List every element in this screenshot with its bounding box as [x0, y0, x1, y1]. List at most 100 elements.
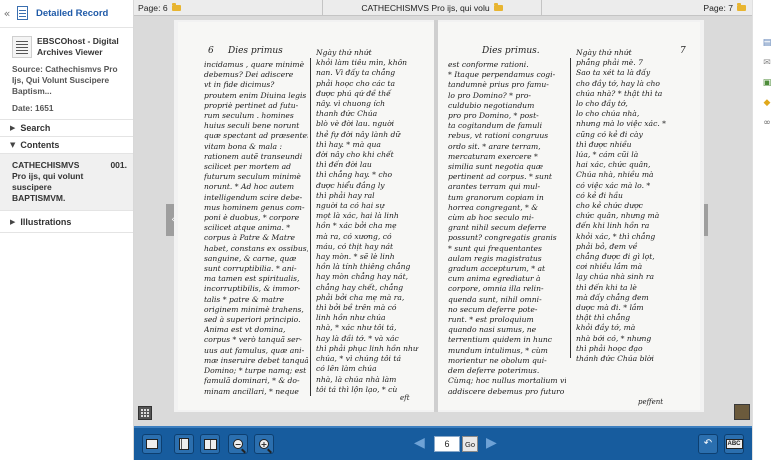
latin-text-line: no secum deferre pote-	[448, 304, 538, 314]
right-latin-column: est conforme rationi. * Itaque perpendamu…	[448, 60, 566, 397]
left-vietnamese-column: Ngày thứ nhứt khỏi làm tiêu mìn, khôn nan.…	[316, 48, 426, 395]
vietnamese-text-line: nây. vì chuong ích	[316, 99, 386, 109]
vietnamese-text-line: thì đến khi ta lè	[576, 282, 637, 292]
vietnamese-text-line: hay mòn chẳng hay nát,	[316, 272, 409, 282]
vietnamese-text-line: hay mòn. * sẽ lè linh	[316, 252, 395, 262]
print-icon: ▤	[762, 37, 772, 48]
digital-archives-viewer: « Detailed Record EBSCOhost - Digital Ar…	[0, 0, 780, 460]
latin-text-line: tandumnè prius pro famu-	[448, 80, 549, 90]
vietnamese-text-line: chẳng hay chết, chẳng	[316, 282, 404, 292]
latin-text-line: pertinent ad corpus. * sunt	[448, 172, 552, 182]
latin-text-line: mæ inseruire debet tanquã	[204, 355, 308, 365]
print-button[interactable]: ▤	[760, 36, 774, 50]
record-details: EBSCOhost - Digital Archives Viewer Sour…	[0, 28, 133, 120]
page-viewer: Page: 6 CATHECHISMVS Pro ijs, qui volu P…	[134, 0, 752, 460]
vietnamese-text-line: có lên làm chúa	[316, 364, 377, 374]
latin-text-line: corpus à Patre & Matre	[204, 233, 295, 243]
latin-text-line: * Itaque perpendamus cogi-	[448, 70, 556, 80]
latin-text-line: rum seculum . homines	[204, 111, 294, 121]
latin-text-line: incidamus , quare minimè	[204, 60, 305, 69]
thumbnail-grid-button[interactable]	[138, 406, 152, 420]
vietnamese-text-line: lúa, * cám cũi là	[576, 150, 639, 160]
latin-text-line: corpus * verò tanquã ser-	[204, 335, 302, 345]
zoom-in-button[interactable]: +	[254, 434, 274, 454]
previous-page-button[interactable]: ◀	[414, 435, 425, 451]
latin-text-line: lo pro Domino? * pro-	[448, 90, 531, 100]
link-icon: ∞	[763, 117, 771, 128]
page-curl-icon[interactable]	[734, 404, 750, 420]
latin-text-line: terrentium quidem in hunc	[448, 335, 552, 345]
cite-icon: ◆	[763, 97, 771, 108]
latin-text-line: norunt. * Ad hoc autem	[204, 182, 295, 192]
vietnamese-text-line: blò vè đời lau. nguời	[316, 119, 395, 129]
next-page-button[interactable]: ▶	[486, 435, 497, 451]
illustrations-section-toggle[interactable]: ▶ Illustrations	[0, 211, 133, 233]
vietnamese-text-line: khỏi xác, * thì chẳng	[576, 231, 656, 241]
undo-button[interactable]: ↶	[698, 434, 718, 454]
vietnamese-text-line: thật thì chẳng	[576, 313, 631, 323]
latin-text-line: intelligendum scire debe-	[204, 192, 303, 202]
single-page-icon	[179, 438, 189, 450]
email-button[interactable]: ✉	[760, 56, 774, 70]
go-button[interactable]: Go	[462, 436, 478, 452]
record-date: Date: 1651	[12, 103, 54, 113]
two-page-button[interactable]	[200, 434, 220, 454]
latin-text-line: addiscere debemus pro futuro seculo, * a…	[448, 386, 566, 396]
latin-text-line: quando nasi sumus, ne	[448, 325, 537, 335]
vietnamese-text-line: hồn * xác bởi cha mẹ	[316, 221, 397, 231]
single-page-button[interactable]	[174, 434, 194, 454]
latin-text-line: scilicet per mortem ad	[204, 162, 291, 172]
latin-text-line: originem minimè trahens,	[204, 304, 304, 314]
latin-text-line: ta cogitandum de famuli	[448, 121, 542, 131]
latin-text-line: rebus, vt rationi congruus	[448, 131, 549, 141]
contents-section-toggle[interactable]: ▼ Contents	[0, 137, 133, 154]
latin-text-line: incorruptibilis, & immor-	[204, 284, 301, 294]
vietnamese-text-line: nhà, là chúa nhà làm	[316, 374, 397, 384]
vietnamese-text-line: thì phải phục linh hồn như	[316, 343, 418, 353]
vietnamese-text-line: thì được nhiều	[576, 139, 632, 149]
latin-text-line: scilicet atque anima. *	[204, 223, 291, 233]
latin-text-line: minam ancillari, * neque	[204, 386, 299, 396]
vietnamese-text-line: thì bởi bề trên mà có	[316, 303, 397, 313]
latin-text-line: similia sunt negotia quæ	[448, 162, 544, 172]
page-number-input[interactable]	[434, 436, 460, 452]
latin-text-line: sunt corruptibilia. * ani-	[204, 264, 297, 274]
document-icon	[14, 5, 32, 23]
viewer-toolbar: − + ◀ Go ▶ ↶ ABC	[134, 426, 752, 460]
latin-text-line: Domino; * turpe namq; est	[204, 366, 307, 376]
detailed-record-link[interactable]: Detailed Record	[36, 8, 108, 19]
page-spread: 6 Dies primus incidamus , quare minimè de…	[174, 20, 704, 412]
tools-strip: ▤ ✉ ▣ ◆ ∞	[752, 0, 780, 460]
left-page-indicator[interactable]: Page: 6	[138, 3, 181, 13]
text-view-button[interactable]: ABC	[724, 434, 744, 454]
permalink-button[interactable]: ∞	[760, 116, 774, 130]
right-page-label: Page: 7	[703, 3, 733, 13]
vietnamese-text-line: có việc xác mà lo. *	[576, 180, 651, 190]
latin-text-line: corpore, omnia illa relin-	[448, 284, 544, 294]
right-page-header: Dies primus.	[482, 46, 540, 56]
cite-button[interactable]: ◆	[760, 96, 774, 110]
contents-item[interactable]: CATHECHISMVS Pro ijs, qui volunt suscipe…	[0, 154, 133, 211]
vietnamese-text-line: thánh đức Chúa blời	[576, 354, 654, 364]
document-title: CATHECHISMVS Pro ijs, qui volu	[361, 3, 490, 13]
latin-text-line: pro pro Domino, * post-	[448, 111, 539, 121]
latin-text-line: proutem enim Diuina legis	[204, 90, 307, 100]
right-page-indicator[interactable]: Page: 7	[703, 3, 746, 13]
latin-text-line: futurum seculum minimè	[204, 172, 301, 182]
sidebar: « Detailed Record EBSCOhost - Digital Ar…	[0, 0, 134, 460]
full-screen-button[interactable]	[142, 434, 162, 454]
vietnamese-text-line: thì phải hoọc đạo	[576, 343, 643, 353]
latin-text-line: cùm ab hoc seculo mi-	[448, 213, 534, 223]
search-section-toggle[interactable]: ▶ Search	[0, 120, 133, 137]
latin-text-line: culdubio negotiandum	[448, 100, 535, 110]
left-page-label: Page: 6	[138, 3, 168, 13]
zoom-out-button[interactable]: −	[228, 434, 248, 454]
save-button[interactable]: ▣	[760, 76, 774, 90]
zoom-out-icon: −	[233, 439, 243, 449]
latin-text-line: cum anima egrediatur à	[448, 274, 541, 284]
latin-text-line: propriè pertinet ad futu-	[204, 100, 299, 110]
collapse-sidebar-icon[interactable]: «	[0, 7, 14, 20]
document-title-bar[interactable]: CATHECHISMVS Pro ijs, qui volu	[322, 0, 542, 16]
latin-text-line: Cùmq; hoc nullus mortalium vitare possit…	[448, 376, 566, 386]
latin-text-line: uus aut famulus, quæ ani-	[204, 345, 305, 355]
